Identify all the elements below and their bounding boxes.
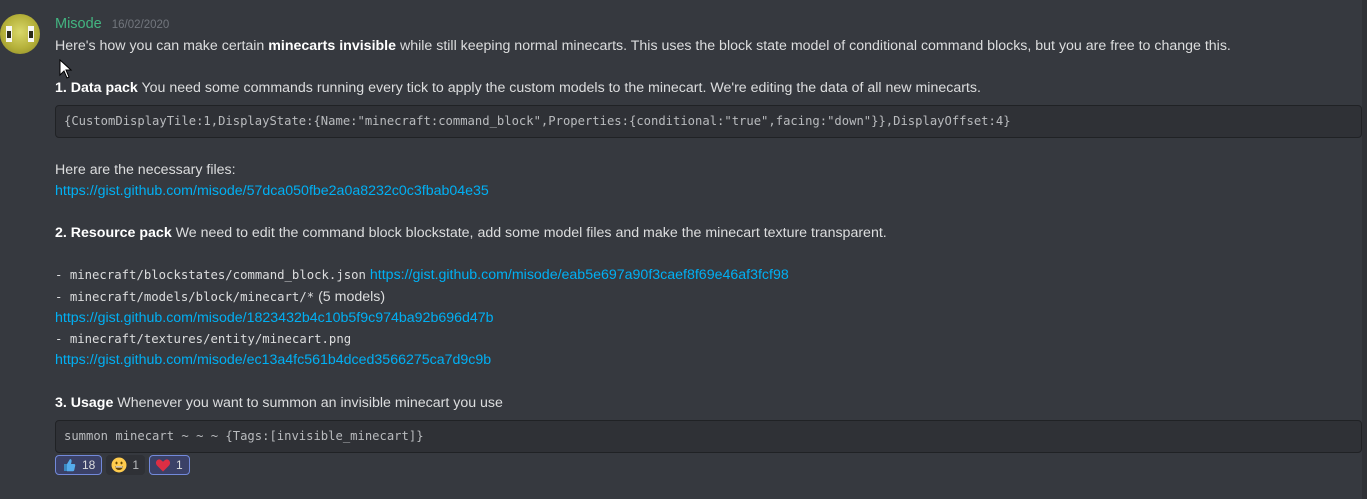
section-usage: 3. Usage Whenever you want to summon an … bbox=[55, 395, 503, 411]
avatar-left-eye bbox=[6, 26, 12, 42]
section-heading: 3. Usage bbox=[55, 395, 114, 411]
code-block-usage[interactable]: summon minecart ~ ~ ~ {Tags:[invisible_m… bbox=[55, 420, 1362, 453]
file-path: minecraft/blockstates/command_block.json bbox=[69, 268, 366, 282]
reactions-bar: 18 1 1 bbox=[55, 455, 194, 476]
grinning-face-icon bbox=[111, 457, 127, 473]
list-item: - minecraft/models/block/minecart/* (5 m… bbox=[55, 289, 385, 305]
code-block-data-pack[interactable]: {CustomDisplayTile:1,DisplayState:{Name:… bbox=[55, 105, 1362, 138]
file-note: (5 models) bbox=[314, 289, 386, 305]
gist-link-data-pack[interactable]: https://gist.github.com/misode/57dca050f… bbox=[55, 183, 489, 199]
avatar-right-eye bbox=[28, 26, 34, 42]
gist-link-blockstate[interactable]: https://gist.github.com/misode/eab5e697a… bbox=[370, 267, 789, 283]
red-heart-icon bbox=[155, 459, 171, 472]
mouse-cursor-icon bbox=[59, 59, 73, 79]
gist-link-texture[interactable]: https://gist.github.com/misode/ec13a4fc5… bbox=[55, 352, 491, 368]
intro-text-end: while still keeping normal minecarts. Th… bbox=[396, 38, 1231, 54]
list-bullet: - bbox=[55, 290, 70, 304]
author-name[interactable]: Misode bbox=[55, 16, 102, 32]
intro-line: Here's how you can make certain minecart… bbox=[55, 38, 1231, 54]
file-path: minecraft/models/block/minecart/* bbox=[69, 290, 315, 304]
reaction-heart[interactable]: 1 bbox=[149, 455, 190, 475]
section-resource-pack: 2. Resource pack We need to edit the com… bbox=[55, 225, 887, 241]
section-heading: 2. Resource pack bbox=[55, 225, 172, 241]
reaction-count: 1 bbox=[132, 458, 140, 472]
intro-bold: minecarts invisible bbox=[268, 38, 397, 54]
message-timestamp: 16/02/2020 bbox=[111, 19, 170, 31]
reaction-count: 1 bbox=[176, 458, 183, 472]
reaction-thumbs-up[interactable]: 18 bbox=[55, 455, 103, 475]
avatar[interactable] bbox=[0, 14, 40, 54]
intro-text-start: Here's how you can make certain bbox=[55, 38, 269, 54]
list-bullet: - bbox=[55, 332, 70, 346]
list-item: - minecraft/textures/entity/minecart.png bbox=[55, 331, 351, 347]
list-item: - minecraft/blockstates/command_block.js… bbox=[55, 267, 789, 283]
section-heading: 1. Data pack bbox=[55, 80, 138, 96]
gist-link-models[interactable]: https://gist.github.com/misode/1823432b4… bbox=[55, 310, 494, 326]
section-text: We need to edit the command block blocks… bbox=[171, 225, 887, 241]
section-text: Whenever you want to summon an invisible… bbox=[113, 395, 503, 411]
section-data-pack: 1. Data pack You need some commands runn… bbox=[55, 80, 981, 96]
file-path: minecraft/textures/entity/minecart.png bbox=[69, 332, 352, 346]
reaction-count: 18 bbox=[82, 458, 96, 472]
chat-message: Misode 16/02/2020 Here's how you can mak… bbox=[0, 0, 1367, 499]
reaction-grinning[interactable]: 1 bbox=[106, 455, 146, 475]
list-bullet: - bbox=[55, 268, 70, 282]
files-label: Here are the necessary files: bbox=[55, 162, 236, 178]
section-text: You need some commands running every tic… bbox=[137, 80, 981, 96]
message-header: Misode 16/02/2020 bbox=[55, 16, 169, 34]
thumbs-up-icon bbox=[64, 458, 76, 472]
scrollbar-track[interactable] bbox=[1362, 0, 1367, 499]
